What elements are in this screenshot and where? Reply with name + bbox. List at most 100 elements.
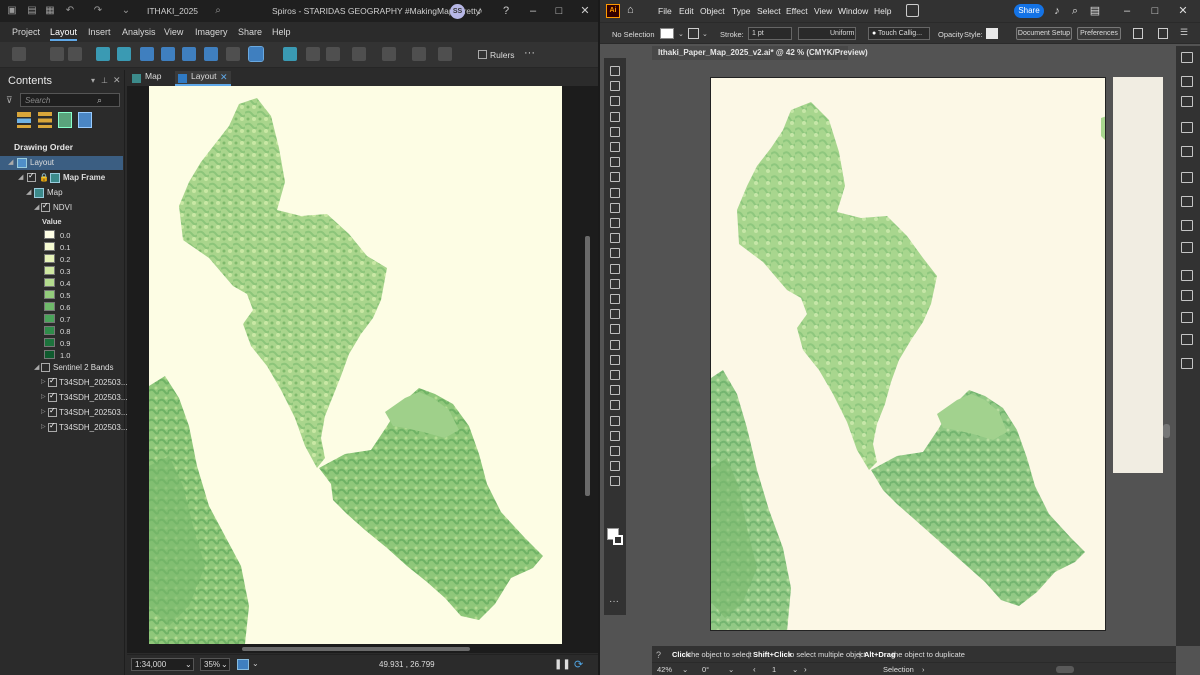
- filter-icon[interactable]: ⊽: [6, 95, 13, 106]
- fill-swatch[interactable]: [660, 28, 674, 39]
- opacity-label[interactable]: Opacity: [938, 30, 963, 39]
- menu-window[interactable]: Window: [838, 6, 868, 16]
- search-icon[interactable]: ⌕: [1068, 4, 1082, 18]
- magic-wand-tool-icon[interactable]: [610, 96, 620, 107]
- search-input[interactable]: Search ⌕: [20, 93, 120, 107]
- zoom-level[interactable]: 42%: [657, 665, 672, 674]
- layout-view[interactable]: [127, 86, 598, 653]
- lasso-tool-icon[interactable]: [610, 111, 620, 122]
- hand-tool-icon[interactable]: [610, 461, 620, 472]
- layout-page[interactable]: [149, 86, 562, 644]
- pane-close-icon[interactable]: ✕: [113, 75, 121, 86]
- navigation-icon[interactable]: [237, 659, 249, 670]
- transform-panel-icon[interactable]: [1181, 334, 1193, 345]
- paragraph-panel-icon[interactable]: [1181, 290, 1193, 301]
- lock-icon[interactable]: 🔒: [39, 173, 49, 182]
- explore-icon[interactable]: [283, 47, 297, 61]
- tree-item-map[interactable]: ◢ Map: [0, 186, 123, 200]
- search-icon[interactable]: ⌕: [212, 5, 224, 17]
- artboard-2[interactable]: [1113, 77, 1163, 473]
- brush-select[interactable]: ● Touch Callig...: [868, 27, 930, 40]
- opentype-panel-icon[interactable]: [1181, 312, 1193, 323]
- fill-dropdown-icon[interactable]: ⌄: [678, 30, 684, 38]
- prev-artboard-icon[interactable]: ‹: [753, 665, 756, 674]
- tree-item-sentinel-bands[interactable]: ◢ Sentinel 2 Bands: [0, 361, 123, 375]
- delete-icon[interactable]: [306, 47, 320, 61]
- perspective-grid-tool-icon[interactable]: [610, 324, 620, 335]
- redo-icon[interactable]: ↷: [92, 5, 104, 17]
- tab-map[interactable]: Map: [129, 71, 173, 86]
- menu-view[interactable]: View: [164, 27, 183, 37]
- line-tool-icon[interactable]: [610, 172, 620, 183]
- arrange-documents-icon[interactable]: [906, 4, 919, 17]
- undo-icon[interactable]: ↶: [64, 5, 76, 17]
- legend-swatch[interactable]: [44, 266, 55, 275]
- rotation-value[interactable]: 0°: [702, 665, 709, 674]
- sentinel-checkbox[interactable]: [41, 363, 50, 372]
- stroke-dropdown-icon[interactable]: ⌄: [702, 30, 708, 38]
- scale-tool-icon[interactable]: [610, 263, 620, 274]
- legend-swatch[interactable]: [44, 290, 55, 299]
- preferences-button[interactable]: Preferences: [1077, 27, 1121, 40]
- align-panel-icon[interactable]: [1181, 358, 1193, 369]
- legend-swatch[interactable]: [44, 242, 55, 251]
- help-icon[interactable]: ?: [656, 650, 661, 660]
- bell-icon[interactable]: ♪: [1050, 4, 1064, 18]
- minimize-icon[interactable]: –: [526, 4, 540, 18]
- curvature-tool-icon[interactable]: [610, 142, 620, 152]
- legend-swatch[interactable]: [44, 338, 55, 347]
- align-icon[interactable]: [412, 47, 426, 61]
- menu-share[interactable]: Share: [238, 27, 262, 37]
- artboard[interactable]: [710, 77, 1106, 631]
- menu-layout[interactable]: Layout: [50, 27, 78, 41]
- fixed-zoom-icon[interactable]: [204, 47, 218, 61]
- menu-analysis[interactable]: Analysis: [122, 27, 156, 37]
- pause-drawing-icon[interactable]: ❚❚: [554, 659, 571, 670]
- menu-imagery[interactable]: Imagery: [195, 27, 228, 37]
- tree-item-band[interactable]: ▷ T34SDH_202503...: [0, 421, 128, 435]
- rectangle-tool-icon[interactable]: [610, 187, 620, 198]
- symbol-sprayer-tool-icon[interactable]: [610, 400, 620, 411]
- direct-selection-tool-icon[interactable]: [610, 81, 620, 92]
- copy-icon[interactable]: [68, 47, 82, 61]
- properties-panel-icon[interactable]: [1181, 52, 1193, 63]
- close-icon[interactable]: ✕: [1176, 4, 1190, 18]
- transform-icon[interactable]: [1158, 28, 1168, 39]
- legend-swatch[interactable]: [44, 314, 55, 323]
- maximize-icon[interactable]: □: [1148, 4, 1162, 18]
- rulers-checkbox[interactable]: [478, 50, 487, 59]
- document-tab[interactable]: Ithaki_Paper_Map_2025_v2.ai* @ 42 % (CMY…: [652, 46, 868, 60]
- full-extent-icon[interactable]: [182, 47, 196, 61]
- zoom-tool-icon[interactable]: [610, 476, 620, 487]
- gradient-tool-icon[interactable]: [610, 354, 620, 365]
- nav-dropdown-icon[interactable]: ⌄: [252, 659, 259, 668]
- guides-icon[interactable]: [382, 47, 396, 61]
- legend-swatch[interactable]: [44, 326, 55, 335]
- customize-qat-icon[interactable]: ⌄: [120, 5, 132, 17]
- new-map-frame-icon[interactable]: [96, 47, 110, 61]
- cut-icon[interactable]: [50, 47, 64, 61]
- legend-swatch[interactable]: [44, 350, 55, 359]
- pen-tool-icon[interactable]: [610, 126, 620, 137]
- ndvi-checkbox[interactable]: [41, 201, 50, 212]
- menu-help[interactable]: Help: [272, 27, 291, 37]
- select-icon[interactable]: [248, 46, 264, 62]
- stroke-weight-input[interactable]: 1 pt: [748, 27, 792, 40]
- slice-tool-icon[interactable]: [610, 446, 620, 456]
- artboard-tool-icon[interactable]: [610, 430, 620, 441]
- legend-swatch[interactable]: [44, 230, 55, 239]
- legend-swatch[interactable]: [44, 254, 55, 263]
- menu-effect[interactable]: Effect: [786, 6, 808, 16]
- brushes-panel-icon[interactable]: [1181, 172, 1193, 183]
- control-menu-icon[interactable]: ☰: [1180, 27, 1188, 38]
- artboard-number[interactable]: 1: [772, 665, 776, 674]
- band-checkbox[interactable]: [48, 376, 57, 387]
- menu-type[interactable]: Type: [732, 6, 750, 16]
- list-by-drawing-order-icon[interactable]: [17, 112, 31, 128]
- layout-vertical-scrollbar[interactable]: [585, 236, 590, 496]
- tree-item-band[interactable]: ▷ T34SDH_202503...: [0, 406, 128, 420]
- menu-file[interactable]: File: [658, 6, 672, 16]
- tab-close-icon[interactable]: ✕: [220, 72, 228, 83]
- distribute-icon[interactable]: [438, 47, 452, 61]
- mesh-tool-icon[interactable]: [610, 339, 620, 350]
